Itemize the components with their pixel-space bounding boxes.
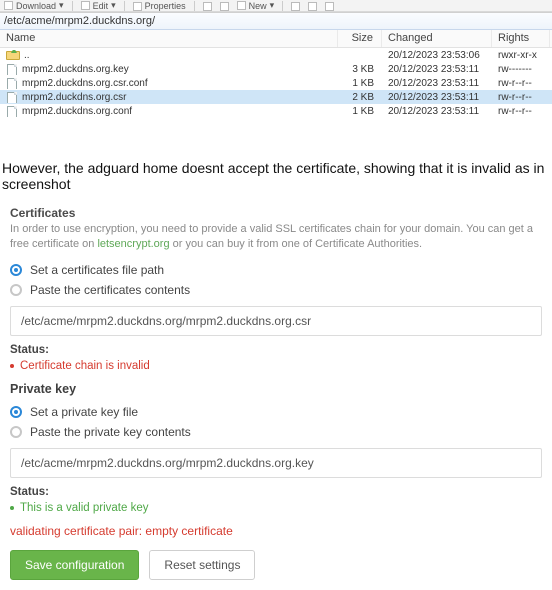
certificates-description: In order to use encryption, you need to … (10, 222, 542, 252)
col-header-size[interactable]: Size (338, 30, 382, 47)
address-bar[interactable]: /etc/acme/mrpm2.duckdns.org/ (0, 12, 552, 30)
key-status-label: Status: (10, 486, 542, 498)
adguard-encryption-panel: Certificates In order to use encryption,… (0, 202, 552, 590)
file-name: mrpm2.duckdns.org.conf (22, 106, 132, 117)
toolbar-icon-5[interactable] (325, 2, 334, 11)
file-size: 3 KB (338, 64, 382, 75)
radio-icon (10, 284, 22, 296)
file-size: 1 KB (338, 78, 382, 89)
col-header-changed[interactable]: Changed (382, 30, 492, 47)
file-row[interactable]: mrpm2.duckdns.org.csr 2 KB20/12/2023 23:5… (0, 90, 552, 104)
key-status-message: This is a valid private key (10, 502, 542, 514)
toolbar-item-new[interactable]: New▾ (237, 0, 275, 11)
file-name: mrpm2.duckdns.org.csr (22, 92, 126, 103)
private-key-heading: Private key (10, 382, 542, 396)
address-path: /etc/acme/mrpm2.duckdns.org/ (4, 15, 155, 27)
letsencrypt-link[interactable]: letsencrypt.org (97, 238, 169, 250)
narrative-text: However, the adguard home doesnt accept … (0, 160, 552, 192)
parent-folder-icon (6, 50, 20, 60)
file-list: ..20/12/2023 23:53:06rwxr-xr-xrootmrpm2.… (0, 48, 552, 118)
radio-icon (10, 426, 22, 438)
key-option-path[interactable]: Set a private key file (10, 402, 542, 422)
cert-path-input[interactable]: /etc/acme/mrpm2.duckdns.org/mrpm2.duckdn… (10, 306, 542, 336)
pair-validation-error: validating certificate pair: empty certi… (10, 524, 542, 538)
file-icon (6, 64, 18, 74)
save-configuration-button[interactable]: Save configuration (10, 550, 139, 580)
file-icon (6, 106, 18, 116)
toolbar-icon-4[interactable] (308, 2, 317, 11)
toolbar-icon-3[interactable] (291, 2, 300, 11)
file-changed: 20/12/2023 23:53:11 (382, 78, 492, 89)
certificates-heading: Certificates (10, 206, 542, 220)
col-header-name[interactable]: Name (0, 30, 338, 47)
col-header-rights[interactable]: Rights (492, 30, 550, 47)
file-icon (6, 78, 18, 88)
file-changed: 20/12/2023 23:53:11 (382, 64, 492, 75)
key-path-input[interactable]: /etc/acme/mrpm2.duckdns.org/mrpm2.duckdn… (10, 448, 542, 478)
file-changed: 20/12/2023 23:53:06 (382, 50, 492, 61)
file-row[interactable]: mrpm2.duckdns.org.conf 1 KB20/12/2023 23:… (0, 104, 552, 118)
file-rights: rwxr-xr-x (492, 50, 550, 61)
file-icon (6, 92, 18, 102)
cert-status-message: Certificate chain is invalid (10, 360, 542, 372)
toolbar-item-properties[interactable]: Properties (133, 1, 186, 11)
file-size: 1 KB (338, 106, 382, 117)
file-list-header: Name Size Changed Rights Owner (0, 30, 552, 48)
file-rights: rw-r--r-- (492, 106, 550, 117)
file-row[interactable]: mrpm2.duckdns.org.csr.conf 1 KB20/12/2023… (0, 76, 552, 90)
file-rights: rw-r--r-- (492, 92, 550, 103)
cert-option-paste[interactable]: Paste the certificates contents (10, 280, 542, 300)
radio-icon (10, 406, 22, 418)
key-option-paste[interactable]: Paste the private key contents (10, 422, 542, 442)
file-rights: rw-r--r-- (492, 78, 550, 89)
file-changed: 20/12/2023 23:53:11 (382, 92, 492, 103)
toolbar-item-edit[interactable]: Edit▾ (81, 0, 116, 11)
toolbar-icon-1[interactable] (203, 2, 212, 11)
file-name: .. (24, 50, 30, 61)
file-changed: 20/12/2023 23:53:11 (382, 106, 492, 117)
file-row[interactable]: mrpm2.duckdns.org.key 3 KB20/12/2023 23:5… (0, 62, 552, 76)
file-name: mrpm2.duckdns.org.key (22, 64, 129, 75)
file-rights: rw------- (492, 64, 550, 75)
file-name: mrpm2.duckdns.org.csr.conf (22, 78, 148, 89)
file-size: 2 KB (338, 92, 382, 103)
toolbar-item-download[interactable]: Download▾ (4, 0, 64, 11)
winscp-toolbar: Download▾ Edit▾ Properties New▾ (0, 0, 552, 12)
cert-status-label: Status: (10, 344, 542, 356)
toolbar-icon-2[interactable] (220, 2, 229, 11)
cert-option-path[interactable]: Set a certificates file path (10, 260, 542, 280)
file-row[interactable]: ..20/12/2023 23:53:06rwxr-xr-xroot (0, 48, 552, 62)
reset-settings-button[interactable]: Reset settings (149, 550, 255, 580)
radio-icon (10, 264, 22, 276)
